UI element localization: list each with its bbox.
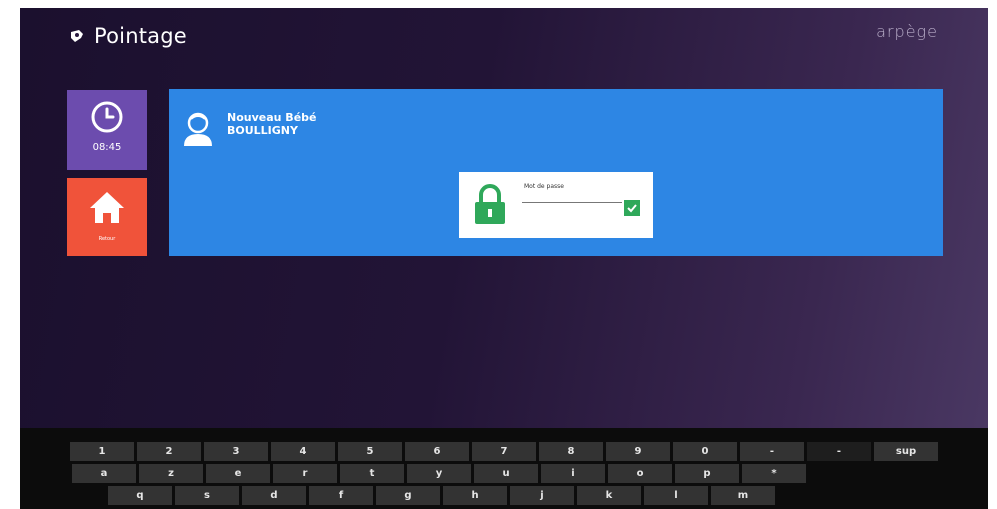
key[interactable]: 9: [606, 442, 670, 461]
key[interactable]: 6: [405, 442, 469, 461]
keyboard-row-middle-letters: qsdfghjklm: [108, 486, 775, 505]
key[interactable]: q: [108, 486, 172, 505]
key[interactable]: i: [541, 464, 605, 483]
key[interactable]: o: [608, 464, 672, 483]
key[interactable]: h: [443, 486, 507, 505]
lock-icon: [472, 184, 508, 230]
key[interactable]: a: [72, 464, 136, 483]
key[interactable]: sup: [874, 442, 938, 461]
key[interactable]: m: [711, 486, 775, 505]
key[interactable]: 5: [338, 442, 402, 461]
header: Pointage: [68, 22, 187, 50]
child-last-name: BOULLIGNY: [227, 124, 298, 137]
clock-icon: [90, 100, 124, 138]
validate-checkbox[interactable]: [624, 200, 640, 216]
key[interactable]: s: [175, 486, 239, 505]
key[interactable]: 2: [137, 442, 201, 461]
key[interactable]: e: [206, 464, 270, 483]
child-first-name: Nouveau Bébé: [227, 111, 317, 124]
page-title: Pointage: [94, 24, 187, 48]
key[interactable]: p: [675, 464, 739, 483]
key[interactable]: k: [577, 486, 641, 505]
keyboard-row-top-letters: a z e r t y u i o p *: [72, 464, 806, 483]
key[interactable]: d: [242, 486, 306, 505]
key[interactable]: 7: [472, 442, 536, 461]
password-label: Mot de passe: [524, 183, 564, 190]
clock-tile[interactable]: 08:45: [67, 90, 147, 170]
key[interactable]: 1: [70, 442, 134, 461]
badge-icon: [68, 27, 86, 45]
home-tile[interactable]: Retour: [67, 178, 147, 256]
home-label: Retour: [98, 236, 116, 242]
key[interactable]: r: [273, 464, 337, 483]
key[interactable]: l: [644, 486, 708, 505]
child-item[interactable]: Nouveau Bébé BOULLIGNY: [181, 111, 317, 151]
child-names: Nouveau Bébé BOULLIGNY: [227, 111, 317, 151]
password-card: Mot de passe: [459, 172, 653, 238]
key[interactable]: 0: [673, 442, 737, 461]
key[interactable]: 4: [271, 442, 335, 461]
key[interactable]: 8: [539, 442, 603, 461]
app-screen: Pointage arpège 08:45 Retour Nouveau Béb…: [20, 8, 988, 509]
virtual-keyboard: 1 2 3 4 5 6 7 8 9 0- - sup a z e r t y u i o p * qsdfghjklm: [20, 428, 988, 509]
key[interactable]: t: [340, 464, 404, 483]
child-panel: Nouveau Bébé BOULLIGNY Mot de passe: [169, 89, 943, 256]
key[interactable]: f: [309, 486, 373, 505]
key[interactable]: g: [376, 486, 440, 505]
password-input[interactable]: [522, 194, 622, 203]
keyboard-row-numbers: 1 2 3 4 5 6 7 8 9 0- - sup: [70, 442, 938, 461]
user-icon: [181, 111, 215, 151]
brand-logo: arpège: [876, 22, 938, 41]
key[interactable]: 3: [204, 442, 268, 461]
clock-time: 08:45: [92, 142, 122, 153]
key[interactable]: -: [740, 442, 804, 461]
home-icon: [87, 188, 127, 232]
key[interactable]: u: [474, 464, 538, 483]
key[interactable]: *: [742, 464, 806, 483]
key[interactable]: j: [510, 486, 574, 505]
key[interactable]: y: [407, 464, 471, 483]
key[interactable]: z: [139, 464, 203, 483]
key[interactable]: -: [807, 442, 871, 461]
